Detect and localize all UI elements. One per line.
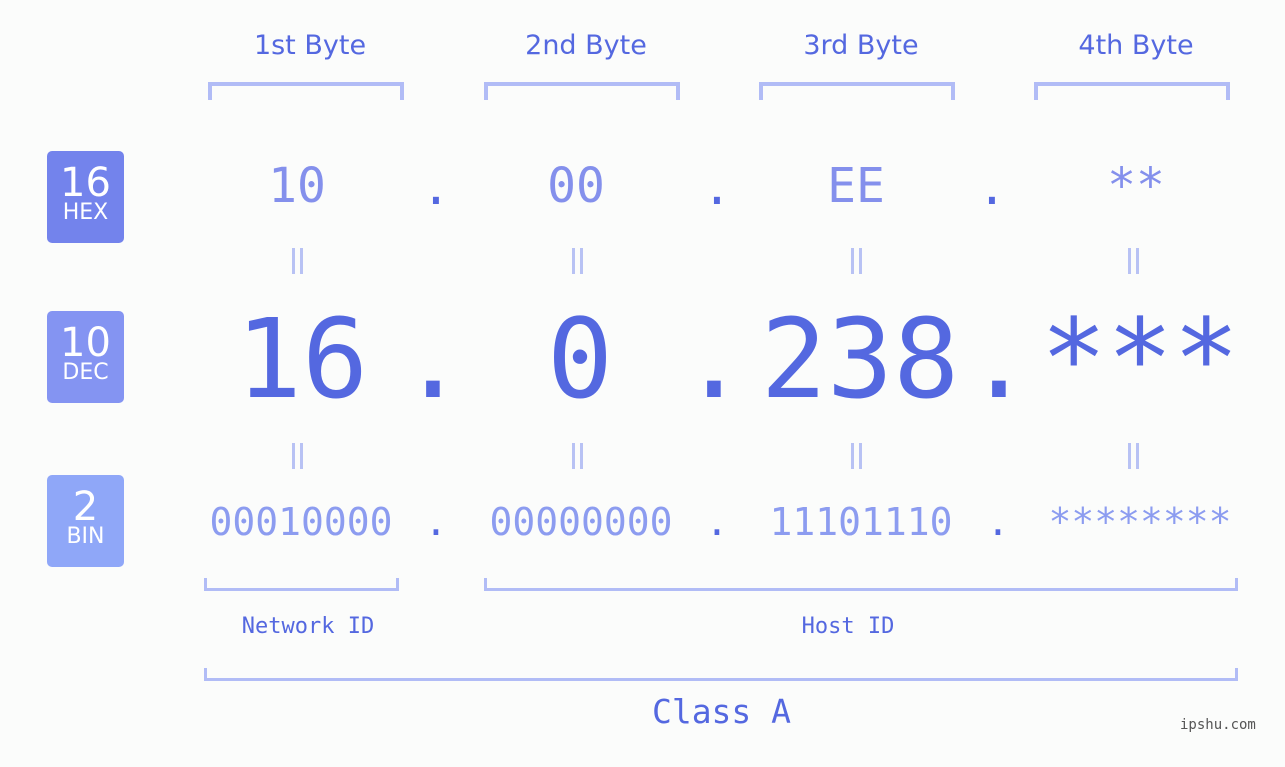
byte-bracket-2 [484, 82, 680, 100]
network-id-bracket [204, 578, 399, 591]
dec-byte-3: 238 [760, 295, 960, 423]
byte-bracket-3 [759, 82, 955, 100]
equals-icon [849, 443, 869, 469]
byte-bracket-1 [208, 82, 404, 100]
hex-byte-3: EE [827, 158, 885, 214]
host-id-bracket [484, 578, 1238, 591]
bin-label: BIN [66, 524, 105, 549]
hex-badge: 16 HEX [47, 151, 124, 243]
equals-icon [1126, 443, 1146, 469]
dec-byte-4: *** [1040, 295, 1240, 423]
dec-separator-1: . [399, 295, 467, 423]
bin-base: 2 [72, 484, 99, 530]
hex-byte-2: 00 [547, 158, 605, 214]
equals-icon [290, 248, 310, 274]
dec-byte-1: 16 [235, 295, 369, 423]
equals-icon [849, 248, 869, 274]
byte-header-4: 4th Byte [1078, 30, 1194, 61]
bin-separator-1: . [424, 500, 448, 544]
equals-icon [570, 443, 590, 469]
watermark: ipshu.com [1180, 717, 1256, 733]
byte-header-3: 3rd Byte [803, 30, 919, 61]
equals-icon [570, 248, 590, 274]
dec-separator-3: . [965, 295, 1033, 423]
byte-header-2: 2nd Byte [525, 30, 647, 61]
byte-header-1: 1st Byte [253, 30, 367, 61]
byte-bracket-4 [1034, 82, 1230, 100]
dec-byte-2: 0 [546, 295, 614, 423]
host-id-label: Host ID [801, 614, 895, 639]
hex-label: HEX [62, 200, 109, 225]
hex-byte-4: ** [1107, 158, 1165, 214]
bin-byte-2: 00000000 [489, 500, 673, 544]
hex-separator-2: . [702, 160, 732, 216]
network-id-label: Network ID [241, 614, 375, 639]
bin-byte-1: 00010000 [209, 500, 393, 544]
equals-icon [1126, 248, 1146, 274]
bin-separator-3: . [986, 500, 1010, 544]
hex-byte-1: 10 [268, 158, 326, 214]
class-label: Class A [651, 692, 792, 731]
bin-badge: 2 BIN [47, 475, 124, 567]
dec-badge: 10 DEC [47, 311, 124, 403]
dec-separator-2: . [680, 295, 748, 423]
hex-separator-1: . [421, 160, 451, 216]
bin-byte-4: ******** [1048, 500, 1232, 544]
dec-label: DEC [62, 360, 109, 385]
bin-separator-2: . [705, 500, 729, 544]
dec-base: 10 [60, 320, 111, 366]
bin-byte-3: 11101110 [769, 500, 953, 544]
class-bracket [204, 668, 1238, 681]
equals-icon [290, 443, 310, 469]
hex-separator-3: . [977, 160, 1007, 216]
hex-base: 16 [60, 160, 111, 206]
